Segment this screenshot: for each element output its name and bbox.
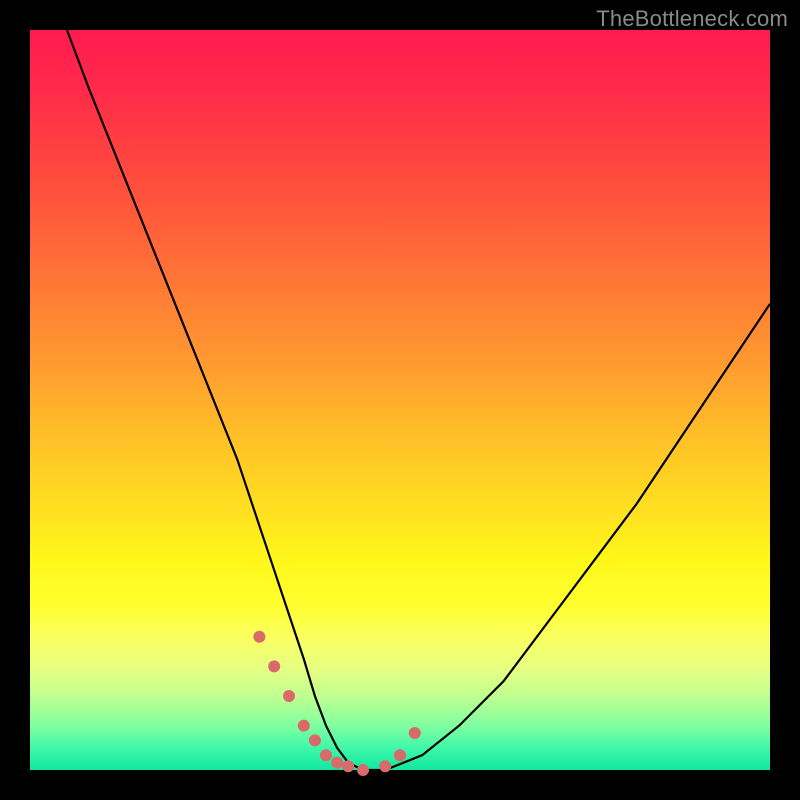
watermark-text: TheBottleneck.com — [596, 6, 788, 32]
valley-dot — [268, 660, 280, 672]
valley-dot — [342, 760, 354, 772]
valley-dot — [379, 760, 391, 772]
curve-marker-dots — [253, 631, 420, 776]
valley-dot — [409, 727, 421, 739]
valley-dot — [253, 631, 265, 643]
valley-dot — [320, 749, 332, 761]
chart-svg — [30, 30, 770, 770]
valley-dot — [331, 757, 343, 769]
valley-dot — [309, 734, 321, 746]
bottleneck-curve-path — [67, 30, 770, 770]
valley-dot — [394, 749, 406, 761]
valley-dot — [298, 720, 310, 732]
chart-frame: TheBottleneck.com — [0, 0, 800, 800]
valley-dot — [357, 764, 369, 776]
plot-area — [30, 30, 770, 770]
valley-dot — [283, 690, 295, 702]
